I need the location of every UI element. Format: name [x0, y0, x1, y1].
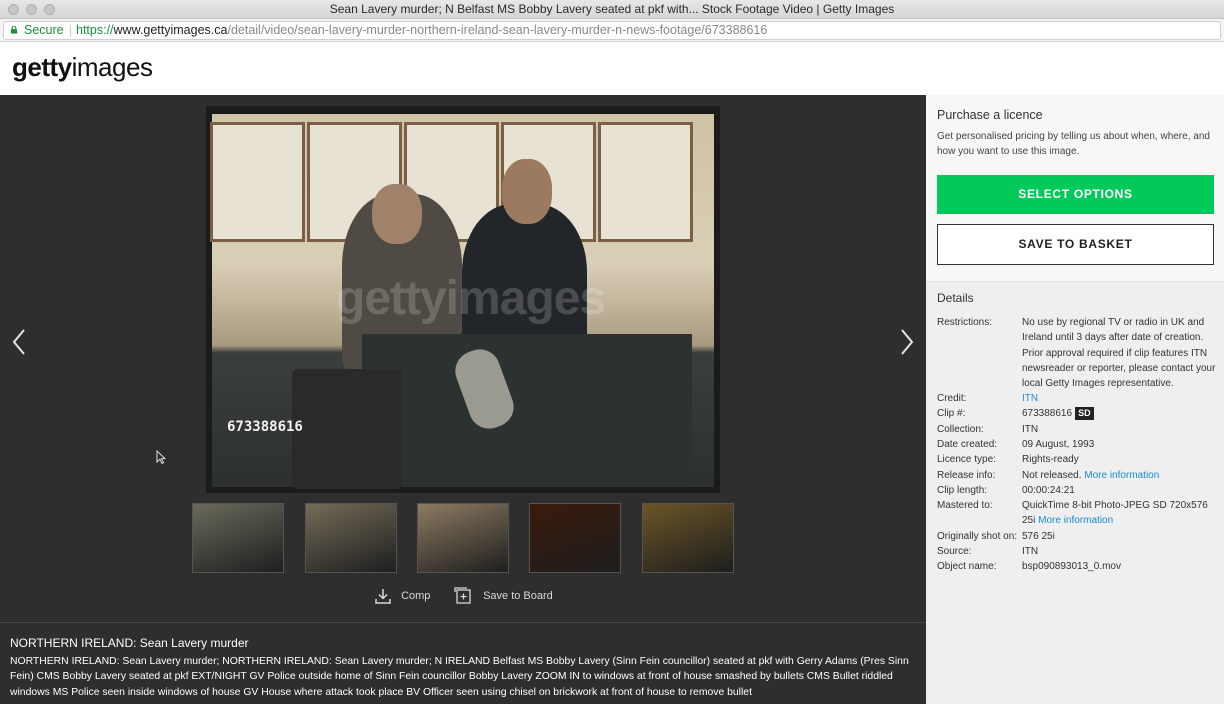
url-host: www.gettyimages.ca — [113, 23, 228, 37]
zoom-window-button[interactable] — [44, 4, 55, 15]
frame-equipment — [292, 369, 402, 489]
watermark: gettyimages — [336, 272, 606, 325]
clip-number-overlay: 673388616 — [227, 419, 303, 435]
detail-row-release: Release info: Not released. More informa… — [937, 468, 1217, 484]
frame-table — [362, 334, 692, 484]
url-scheme: https:// — [76, 23, 114, 37]
media-viewer: gettyimages 673388616 Comp Save to Board… — [0, 95, 926, 704]
mouse-pointer-icon — [156, 450, 166, 464]
detail-label: Mastered to: — [937, 500, 993, 511]
detail-value: Not released. More information — [1022, 468, 1217, 483]
minimize-window-button[interactable] — [26, 4, 37, 15]
detail-row-date: Date created: 09 August, 1993 — [937, 437, 1217, 453]
address-separator — [70, 25, 71, 37]
chevron-left-icon[interactable] — [12, 328, 26, 361]
clip-number: 673388616 — [1022, 408, 1073, 419]
detail-row-object: Object name: bsp090893013_0.mov — [937, 559, 1217, 575]
thumbnail-3[interactable] — [417, 503, 509, 573]
window-title: Sean Lavery murder; N Belfast MS Bobby L… — [329, 2, 895, 16]
detail-value: ITN — [1022, 424, 1039, 435]
caption-title: NORTHERN IRELAND: Sean Lavery murder — [10, 636, 249, 650]
detail-row-collection: Collection: ITN — [937, 422, 1217, 438]
detail-row-mastered: Mastered to: QuickTime 8-bit Photo-JPEG … — [937, 498, 1217, 529]
purchase-description: Get personalised pricing by telling us a… — [937, 131, 1210, 157]
close-window-button[interactable] — [8, 4, 19, 15]
logo-bold: getty — [12, 52, 72, 82]
video-player[interactable]: gettyimages 673388616 — [206, 106, 720, 493]
save-to-basket-button[interactable]: SAVE TO BASKET — [937, 224, 1214, 265]
detail-row-shot: Originally shot on: 576 25i — [937, 529, 1217, 545]
detail-label: Object name: — [937, 561, 997, 572]
detail-row-source: Source: ITN — [937, 544, 1217, 560]
frame-face-right — [502, 159, 552, 224]
details-panel: Purchase a licence Get personalised pric… — [926, 95, 1224, 704]
frame-window — [598, 122, 693, 242]
detail-value: QuickTime 8-bit Photo-JPEG SD 720x576 25… — [1022, 498, 1217, 529]
frame-face-left — [372, 184, 422, 244]
address-bar: Secure https://www.gettyimages.ca/detail… — [0, 19, 1224, 42]
detail-value: 673388616 SD — [1022, 406, 1217, 421]
thumbnail-2[interactable] — [305, 503, 397, 573]
chevron-right-icon[interactable] — [900, 328, 914, 361]
release-value: Not released. — [1022, 470, 1082, 481]
detail-label: Date created: — [937, 439, 998, 450]
detail-value: Rights-ready — [1022, 454, 1079, 465]
detail-label: Source: — [937, 546, 972, 557]
detail-value: ITN — [1022, 546, 1039, 557]
url-path: /detail/video/sean-lavery-murder-norther… — [227, 23, 768, 37]
thumbnail-strip — [192, 503, 736, 573]
window-titlebar: Sean Lavery murder; N Belfast MS Bobby L… — [0, 0, 1224, 19]
site-header: gettyimages — [0, 42, 1224, 95]
detail-value: 576 25i — [1022, 531, 1055, 542]
comp-button[interactable]: Comp — [374, 587, 430, 605]
details-title: Details — [937, 291, 974, 305]
detail-label: Clip length: — [937, 485, 988, 496]
detail-value: bsp090893013_0.mov — [1022, 561, 1121, 572]
logo-light: images — [71, 52, 153, 82]
add-to-board-icon — [454, 587, 471, 604]
detail-label: Originally shot on: — [937, 531, 1018, 542]
save-to-board-button[interactable]: Save to Board — [454, 587, 553, 605]
comp-label: Comp — [401, 590, 431, 602]
caption-body: NORTHERN IRELAND: Sean Lavery murder; NO… — [10, 656, 909, 698]
detail-row-clip: Clip #: 673388616 SD — [937, 406, 1217, 422]
thumbnail-4[interactable] — [529, 503, 621, 573]
detail-value: No use by regional TV or radio in UK and… — [1022, 317, 1216, 390]
detail-value: 00:00:24:21 — [1022, 485, 1075, 496]
secure-label: Secure — [24, 23, 64, 37]
detail-label: Restrictions: — [937, 317, 993, 328]
select-options-button[interactable]: SELECT OPTIONS — [937, 175, 1214, 214]
url-field[interactable]: Secure https://www.gettyimages.ca/detail… — [3, 21, 1221, 40]
download-icon — [375, 589, 391, 604]
url-text: https://www.gettyimages.ca/detail/video/… — [76, 22, 767, 39]
detail-label: Credit: — [937, 393, 967, 404]
sd-badge: SD — [1075, 407, 1094, 420]
detail-label: Clip #: — [937, 408, 966, 419]
purchase-section: Purchase a licence Get personalised pric… — [926, 95, 1224, 282]
credit-link[interactable]: ITN — [1022, 391, 1217, 406]
thumbnail-5[interactable] — [642, 503, 734, 573]
detail-label: Licence type: — [937, 454, 996, 465]
caption-divider — [0, 622, 926, 623]
gettyimages-logo[interactable]: gettyimages — [12, 52, 153, 83]
detail-row-credit: Credit: ITN — [937, 391, 1217, 407]
thumbnail-1[interactable] — [192, 503, 284, 573]
detail-row-restrictions: Restrictions: No use by regional TV or r… — [937, 315, 1217, 393]
detail-row-licence: Licence type: Rights-ready — [937, 452, 1217, 468]
frame-window — [210, 122, 305, 242]
save-to-board-label: Save to Board — [483, 590, 553, 602]
detail-label: Release info: — [937, 470, 996, 481]
detail-label: Collection: — [937, 424, 984, 435]
purchase-title: Purchase a licence — [937, 108, 1043, 122]
detail-row-length: Clip length: 00:00:24:21 — [937, 483, 1217, 499]
release-more-info-link[interactable]: More information — [1084, 470, 1159, 481]
mastered-more-info-link[interactable]: More information — [1038, 515, 1113, 526]
detail-value: 09 August, 1993 — [1022, 439, 1095, 450]
lock-icon — [10, 26, 18, 34]
